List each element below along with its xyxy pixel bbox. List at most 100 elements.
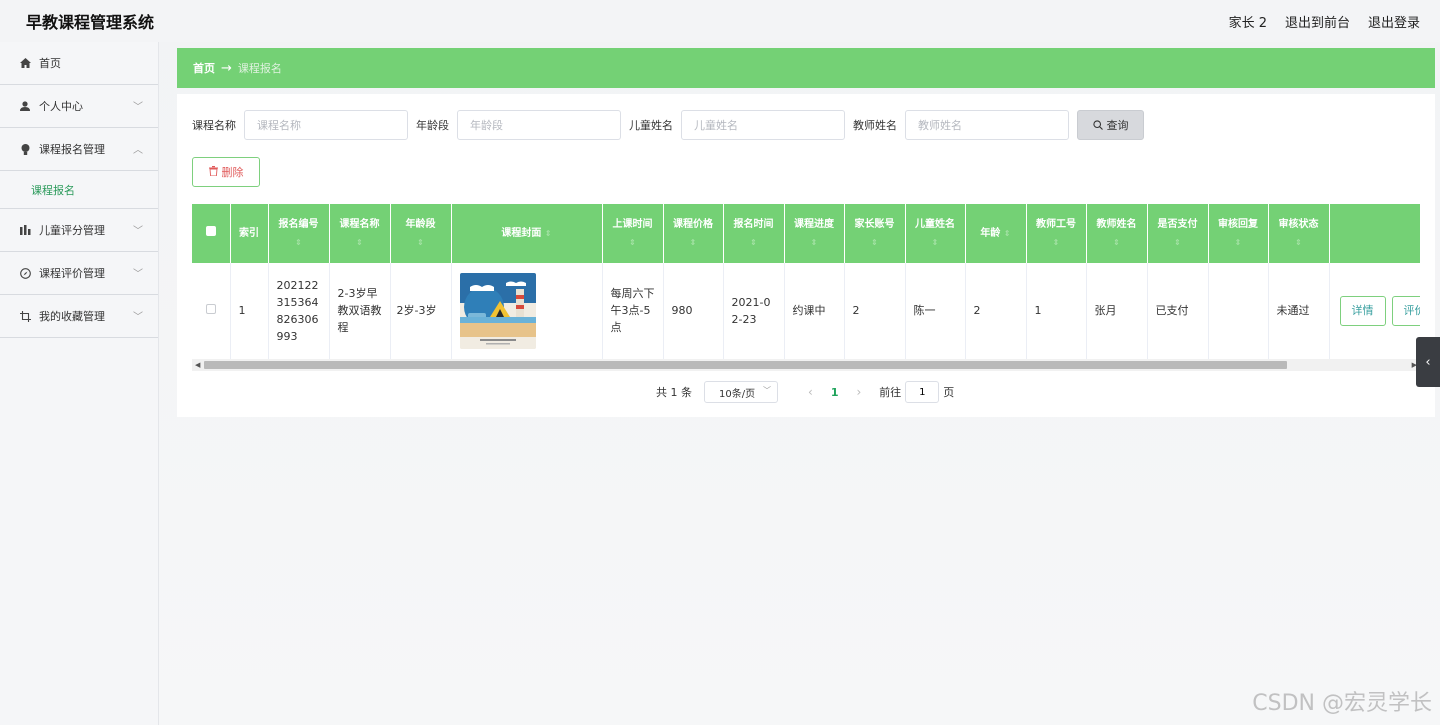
sort-icon[interactable]: ⇕ xyxy=(1272,236,1326,250)
breadcrumb-current: 课程报名 xyxy=(237,62,282,75)
sidebar-item-home[interactable]: 首页 xyxy=(0,42,158,85)
chevron-down-icon: ﹀ xyxy=(133,226,143,237)
cell-parent-account: 2 xyxy=(844,263,906,359)
search-icon xyxy=(1092,120,1103,130)
chevron-down-icon: ﹀ xyxy=(133,312,143,323)
column-header[interactable]: 课程进度 ⇕ xyxy=(784,204,845,263)
cell-price: 980 xyxy=(663,263,724,359)
next-page-icon[interactable]: › xyxy=(856,385,861,399)
breadcrumb: 首页 → 课程报名 xyxy=(177,48,1435,88)
page-unit-label: 页 xyxy=(943,386,955,399)
pagination: 共 1 条 10条/页 ﹀ ‹ 1 › 前往 页 xyxy=(656,381,954,403)
column-header[interactable]: 家长账号 ⇕ xyxy=(844,204,906,263)
sort-icon[interactable]: ⇕ xyxy=(1151,236,1205,250)
horizontal-scrollbar[interactable]: ◀ ▶ xyxy=(192,359,1420,371)
header-actions: 家长 2 退出到前台 退出登录 xyxy=(1229,12,1420,31)
collapse-panel-tab[interactable]: ‹ xyxy=(1416,337,1440,387)
scrollbar-thumb[interactable] xyxy=(204,361,1287,369)
main-card: 课程名称 年龄段 儿童姓名 教师姓名 查询 删除 xyxy=(177,94,1435,417)
sort-icon[interactable]: ⇕ xyxy=(1004,229,1011,238)
sidebar-item-label: 首页 xyxy=(39,57,61,70)
select-all-cell xyxy=(192,204,231,263)
column-header-actions xyxy=(1329,204,1420,263)
logout-link[interactable]: 退出登录 xyxy=(1368,12,1420,31)
sidebar-item-label: 儿童评分管理 xyxy=(39,224,105,237)
child-name-input[interactable] xyxy=(681,110,845,140)
sort-icon[interactable]: ⇕ xyxy=(1030,236,1083,250)
column-header[interactable]: 年龄 ⇕ xyxy=(965,204,1027,263)
cell-course-cover xyxy=(451,263,603,359)
sort-icon[interactable]: ⇕ xyxy=(667,236,720,250)
app-title: 早教课程管理系统 xyxy=(26,13,155,32)
cell-signup-time: 2021-02-23 xyxy=(723,263,785,359)
child-name-label: 儿童姓名 xyxy=(629,119,673,132)
column-header[interactable]: 上课时间 ⇕ xyxy=(602,204,664,263)
column-header[interactable]: 审核回复 ⇕ xyxy=(1208,204,1269,263)
compass-icon xyxy=(18,267,32,279)
column-header[interactable]: 报名编号 ⇕ xyxy=(268,204,330,263)
sort-icon[interactable]: ⇕ xyxy=(545,229,552,238)
column-header[interactable]: 儿童姓名 ⇕ xyxy=(905,204,966,263)
course-cover-image xyxy=(459,272,536,349)
cell-teacher-name: 张月 xyxy=(1086,263,1148,359)
sidebar-item-child-score[interactable]: 儿童评分管理 ﹀ xyxy=(0,209,158,252)
page-number[interactable]: 1 xyxy=(831,386,839,399)
sort-icon[interactable]: ⇕ xyxy=(606,236,660,250)
sidebar-item-signup-management[interactable]: 课程报名管理 ︿ xyxy=(0,128,158,171)
cell-class-time: 每周六下午3点-5点 xyxy=(602,263,664,359)
age-range-input[interactable] xyxy=(457,110,621,140)
column-header[interactable]: 教师姓名 ⇕ xyxy=(1086,204,1148,263)
breadcrumb-home[interactable]: 首页 xyxy=(193,60,215,76)
sort-icon[interactable]: ⇕ xyxy=(272,236,326,250)
course-name-input[interactable] xyxy=(244,110,408,140)
course-name-label: 课程名称 xyxy=(192,119,236,132)
table-row: 1 20212231536482630​6993 2-3岁早教双语教程 2岁-3… xyxy=(192,263,1420,359)
review-button[interactable]: 评价 xyxy=(1391,295,1420,326)
search-form: 课程名称 年龄段 儿童姓名 教师姓名 查询 xyxy=(192,110,1144,140)
sidebar-item-personal-center[interactable]: 个人中心 ﹀ xyxy=(0,85,158,128)
column-header[interactable]: 课程封面 ⇕ xyxy=(451,204,603,263)
chevron-up-icon: ︿ xyxy=(133,145,143,156)
chevron-down-icon: ﹀ xyxy=(133,269,143,280)
cell-course-name: 2-3岁早教双语教程 xyxy=(329,263,391,359)
column-header[interactable]: 课程价格 ⇕ xyxy=(663,204,724,263)
sort-icon[interactable]: ⇕ xyxy=(909,236,962,250)
query-button[interactable]: 查询 xyxy=(1077,110,1144,140)
back-to-front-link[interactable]: 退出到前台 xyxy=(1285,12,1350,31)
sort-icon[interactable]: ⇕ xyxy=(848,236,902,250)
select-all-checkbox[interactable] xyxy=(205,226,216,236)
column-header[interactable]: 年龄段 ⇕ xyxy=(390,204,452,263)
cell-progress: 约课中 xyxy=(784,263,845,359)
delete-button[interactable]: 删除 xyxy=(192,157,260,187)
row-checkbox[interactable] xyxy=(205,304,216,315)
column-header[interactable]: 报名时间 ⇕ xyxy=(723,204,785,263)
trash-icon xyxy=(208,165,218,179)
prev-page-icon[interactable]: ‹ xyxy=(808,385,813,399)
cell-signup-no: 20212231536482630​6993 xyxy=(268,263,330,359)
sort-icon[interactable]: ⇕ xyxy=(394,236,448,250)
chevron-down-icon: ﹀ xyxy=(763,386,771,395)
cell-age: 2 xyxy=(965,263,1027,359)
scroll-left-icon[interactable]: ◀ xyxy=(195,359,200,371)
goto-page-input[interactable] xyxy=(905,381,940,403)
column-header[interactable]: 审核状态 ⇕ xyxy=(1268,204,1330,263)
sort-icon[interactable]: ⇕ xyxy=(1090,236,1144,250)
sort-icon[interactable]: ⇕ xyxy=(333,236,387,250)
column-header[interactable]: 教师工号 ⇕ xyxy=(1026,204,1087,263)
sort-icon[interactable]: ⇕ xyxy=(1212,236,1265,250)
sidebar-item-course-review[interactable]: 课程评价管理 ﹀ xyxy=(0,252,158,295)
column-header[interactable]: 课程名称 ⇕ xyxy=(329,204,391,263)
cell-index: 1 xyxy=(230,263,269,359)
sort-icon[interactable]: ⇕ xyxy=(788,236,841,250)
delete-button-label: 删除 xyxy=(221,166,244,179)
sort-icon[interactable]: ⇕ xyxy=(727,236,781,250)
pagination-total: 共 1 条 xyxy=(656,386,692,399)
sidebar-subitem-signup[interactable]: 课程报名 xyxy=(0,171,158,209)
query-button-label: 查询 xyxy=(1106,119,1129,132)
column-header[interactable]: 是否支付 ⇕ xyxy=(1147,204,1209,263)
page-size-select[interactable]: 10条/页 ﹀ xyxy=(704,381,778,403)
sidebar-item-favorites[interactable]: 我的收藏管理 ﹀ xyxy=(0,295,158,338)
teacher-name-input[interactable] xyxy=(905,110,1069,140)
cell-status: 未通过 xyxy=(1268,263,1330,359)
detail-button[interactable]: 详情 xyxy=(1339,295,1386,326)
